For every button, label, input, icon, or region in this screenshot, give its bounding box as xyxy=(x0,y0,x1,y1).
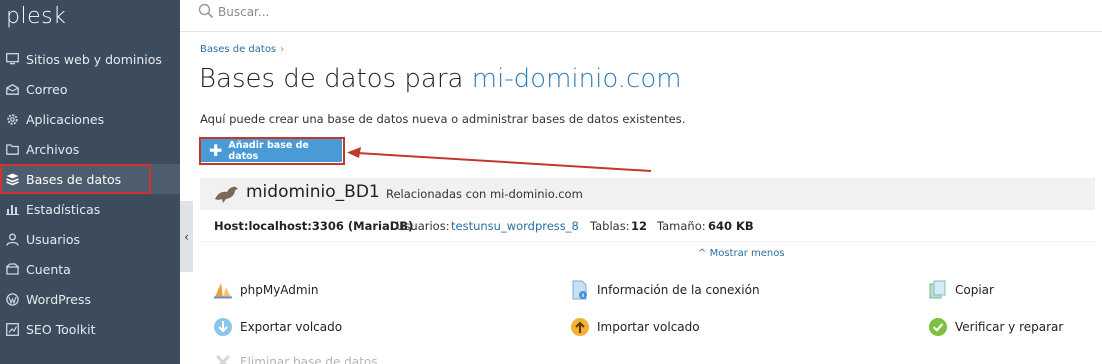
monitor-icon xyxy=(5,52,19,66)
sidebar-item-usuarios[interactable]: Usuarios xyxy=(0,224,180,254)
host-value: localhost:3306 (MariaDB) xyxy=(248,219,414,233)
page-title: Bases de datos para mi-dominio.com xyxy=(199,64,682,94)
host-info: Host:localhost:3306 (MariaDB) xyxy=(214,219,413,233)
sidebar-collapse-button[interactable]: ‹ xyxy=(180,201,193,272)
size-label: Tamaño: xyxy=(657,219,706,233)
action-label: phpMyAdmin xyxy=(240,283,319,297)
sidebar-item-label: Estadísticas xyxy=(26,201,101,217)
action-import-dump[interactable]: Importar volcado xyxy=(570,317,700,337)
sidebar: plesk Sitios web y dominios Correo Aplic… xyxy=(0,0,180,364)
wordpress-icon xyxy=(5,292,19,306)
search-icon xyxy=(198,3,214,23)
tables-label: Tablas: xyxy=(590,219,630,233)
breadcrumb: Bases de datos › xyxy=(200,44,284,55)
page-title-prefix: Bases de datos para xyxy=(199,64,464,94)
size-value: 640 KB xyxy=(708,219,754,233)
sidebar-item-label: Cuenta xyxy=(26,261,71,277)
host-label: Host: xyxy=(214,219,249,233)
database-related-domain: Relacionadas con mi-dominio.com xyxy=(386,187,583,201)
bar-chart-icon xyxy=(5,202,19,216)
sidebar-item-seo-toolkit[interactable]: SEO Toolkit xyxy=(0,314,180,344)
users-value-link[interactable]: testunsu_wordpress_8 xyxy=(451,219,579,233)
sidebar-item-archivos[interactable]: Archivos xyxy=(0,134,180,164)
action-delete-database[interactable]: Eliminar base de datos xyxy=(213,352,377,364)
top-search-bar xyxy=(180,0,1102,32)
delete-icon xyxy=(213,352,233,364)
search-input[interactable] xyxy=(218,2,718,22)
page-description: Aquí puede crear una base de datos nueva… xyxy=(200,112,686,126)
page-title-domain[interactable]: mi-dominio.com xyxy=(472,64,682,94)
annotation-highlight-box xyxy=(199,137,345,165)
sidebar-item-wordpress[interactable]: WordPress xyxy=(0,284,180,314)
database-info-row: Host:localhost:3306 (MariaDB) Usuarios: … xyxy=(200,210,1095,242)
sidebar-item-sitios-web[interactable]: Sitios web y dominios xyxy=(0,44,180,74)
tables-value: 12 xyxy=(631,219,648,233)
action-label: Información de la conexión xyxy=(597,283,760,297)
sidebar-item-label: Aplicaciones xyxy=(26,111,105,127)
sidebar-item-estadisticas[interactable]: Estadísticas xyxy=(0,194,180,224)
import-icon xyxy=(570,317,590,337)
breadcrumb-link-bases-de-datos[interactable]: Bases de datos xyxy=(200,44,276,55)
action-export-dump[interactable]: Exportar volcado xyxy=(213,317,342,337)
sidebar-item-label: SEO Toolkit xyxy=(26,321,96,337)
action-label: Eliminar base de datos xyxy=(240,355,378,364)
highlight-box xyxy=(0,164,151,194)
check-icon xyxy=(928,317,948,337)
action-label: Copiar xyxy=(955,283,994,297)
seo-icon xyxy=(5,322,19,336)
folder-icon xyxy=(5,142,19,156)
phpmyadmin-icon xyxy=(213,280,233,300)
plesk-logo[interactable]: plesk xyxy=(6,4,66,29)
mail-icon xyxy=(5,82,19,96)
export-icon xyxy=(213,317,233,337)
action-check-repair[interactable]: Verificar y reparar xyxy=(928,317,1063,337)
action-copy[interactable]: Copiar xyxy=(928,280,994,300)
show-less-label: Mostrar menos xyxy=(709,248,785,259)
action-connection-info[interactable]: Información de la conexión xyxy=(570,280,760,300)
action-label: Exportar volcado xyxy=(240,320,343,334)
gear-icon xyxy=(5,112,19,126)
show-less-toggle[interactable]: ^ Mostrar menos xyxy=(698,248,785,259)
action-phpmyadmin[interactable]: phpMyAdmin xyxy=(213,280,319,300)
sidebar-item-cuenta[interactable]: Cuenta xyxy=(0,254,180,284)
annotation-arrow xyxy=(347,147,652,172)
sidebar-item-aplicaciones[interactable]: Aplicaciones xyxy=(0,104,180,134)
sidebar-item-label: Archivos xyxy=(26,141,80,157)
copy-icon xyxy=(928,280,948,300)
sidebar-item-label: Sitios web y dominios xyxy=(26,51,162,67)
main-content: Bases de datos › Bases de datos para mi-d… xyxy=(193,32,1102,364)
connection-info-icon xyxy=(570,280,590,300)
database-name[interactable]: midominio_BD1 xyxy=(246,182,380,202)
user-icon xyxy=(5,232,19,246)
sidebar-item-bases-de-datos[interactable]: Bases de datos xyxy=(0,164,180,194)
chevron-up-icon: ^ xyxy=(698,248,707,259)
users-label: Usuarios: xyxy=(396,219,450,233)
chevron-left-icon: ‹ xyxy=(184,229,189,244)
mariadb-seal-icon xyxy=(214,184,240,208)
action-label: Verificar y reparar xyxy=(955,320,1064,334)
sidebar-item-label: WordPress xyxy=(26,291,92,307)
account-icon xyxy=(5,262,19,276)
chevron-right-icon: › xyxy=(280,44,285,55)
database-header: midominio_BD1 Relacionadas con mi-domini… xyxy=(200,178,1095,210)
sidebar-item-label: Usuarios xyxy=(26,231,81,247)
sidebar-item-label: Correo xyxy=(26,81,68,97)
sidebar-item-correo[interactable]: Correo xyxy=(0,74,180,104)
action-label: Importar volcado xyxy=(597,320,700,334)
